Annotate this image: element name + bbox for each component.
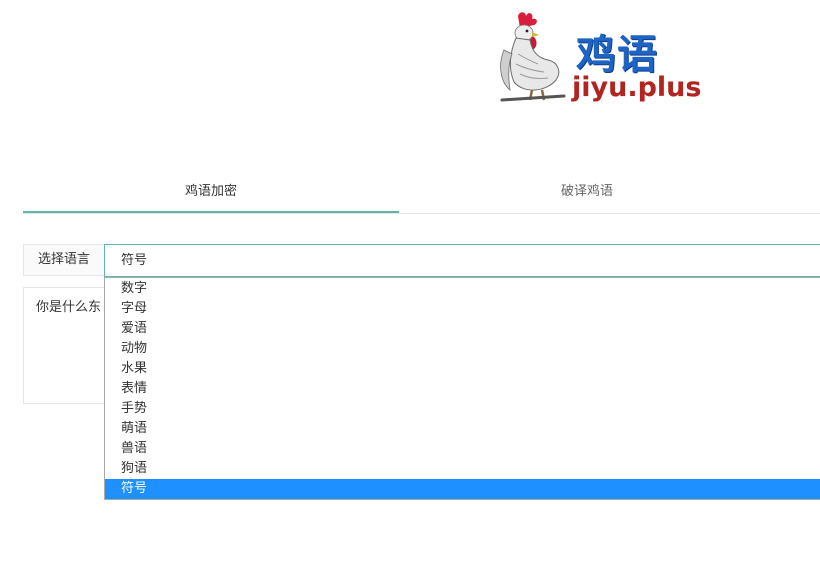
site-logo[interactable]: 鸡语 jiyu.plus — [498, 10, 702, 106]
language-select[interactable]: 符号 — [104, 244, 820, 277]
option-love-language[interactable]: 爱语 — [105, 319, 820, 339]
option-cute[interactable]: 萌语 — [105, 419, 820, 439]
mode-tabs: 鸡语加密 破译鸡语 — [23, 172, 820, 214]
option-digits[interactable]: 数字 — [105, 279, 820, 299]
option-letters[interactable]: 字母 — [105, 299, 820, 319]
option-beast[interactable]: 兽语 — [105, 439, 820, 459]
option-animals[interactable]: 动物 — [105, 339, 820, 359]
option-dog[interactable]: 狗语 — [105, 459, 820, 479]
option-fruits[interactable]: 水果 — [105, 359, 820, 379]
tab-decrypt[interactable]: 破译鸡语 — [399, 172, 775, 212]
option-symbols[interactable]: 符号 — [105, 479, 820, 499]
option-gestures[interactable]: 手势 — [105, 399, 820, 419]
page: 鸡语 jiyu.plus 鸡语加密 破译鸡语 选择语言 符号 你是什么东 数字 … — [0, 0, 820, 566]
tab-encrypt[interactable]: 鸡语加密 — [23, 172, 399, 213]
brand-domain: jiyu.plus — [572, 72, 702, 103]
language-dropdown: 数字 字母 爱语 动物 水果 表情 手势 萌语 兽语 狗语 符号 — [104, 277, 820, 500]
language-label: 选择语言 — [23, 244, 104, 276]
rooster-icon — [500, 12, 566, 102]
option-emoji[interactable]: 表情 — [105, 379, 820, 399]
